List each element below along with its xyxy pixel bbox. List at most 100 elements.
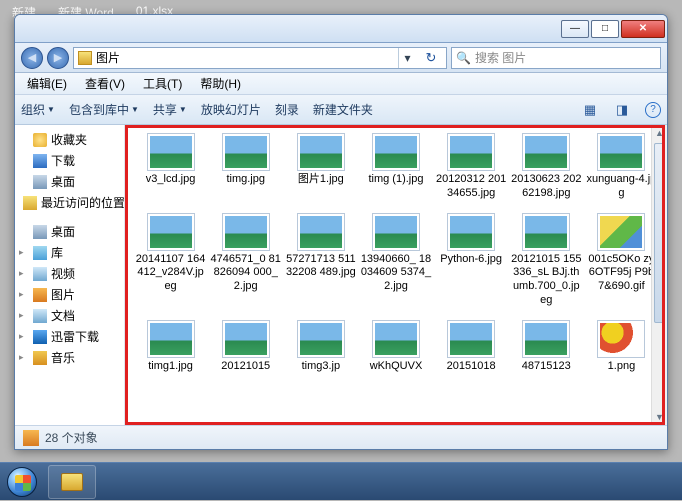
search-icon: 🔍 [456, 51, 471, 65]
sidebar-music[interactable]: ▸音乐 [17, 347, 122, 368]
sidebar-desktop-root[interactable]: 桌面 [17, 221, 122, 242]
title-bar: — □ ✕ [15, 15, 667, 43]
slideshow-button[interactable]: 放映幻灯片 [201, 101, 261, 118]
menu-help[interactable]: 帮助(H) [192, 73, 249, 94]
file-grid: v3_lcd.jpg timg.jpg 图片1.jpg timg (1).jpg 201… [133, 129, 659, 377]
scroll-up-icon[interactable]: ▲ [652, 125, 667, 141]
sidebar-pictures[interactable]: ▸图片 [17, 284, 122, 305]
file-item[interactable]: wKhQUVX [358, 316, 433, 378]
menu-tools[interactable]: 工具(T) [135, 73, 190, 94]
sidebar-recent[interactable]: 最近访问的位置 [17, 192, 122, 213]
file-item[interactable]: 20130623 20262198.jpg [509, 129, 584, 205]
sidebar-thunder[interactable]: ▸迅雷下载 [17, 326, 122, 347]
file-item[interactable]: Python-6.jpg [434, 209, 509, 312]
command-bar: 组织▼ 包含到库中▼ 共享▼ 放映幻灯片 刻录 新建文件夹 ▦ ◨ ? [15, 95, 667, 125]
sidebar-video[interactable]: ▸视频 [17, 263, 122, 284]
file-item[interactable]: timg.jpg [208, 129, 283, 205]
explorer-window: — □ ✕ ◀ ▶ 图片 ▾ ↻ 🔍 搜索 图片 编辑(E) 查看(V) 工具(… [14, 14, 668, 450]
file-thumbnail [522, 213, 570, 251]
star-icon [33, 133, 47, 147]
search-input[interactable]: 🔍 搜索 图片 [451, 47, 661, 69]
file-thumbnail [597, 213, 645, 251]
taskbar [0, 462, 682, 500]
desktop-icon [33, 175, 47, 189]
file-name: 20130623 20262198.jpg [511, 173, 582, 201]
refresh-icon[interactable]: ↻ [420, 48, 442, 68]
file-item[interactable]: xunguang-4.jpg [584, 129, 659, 205]
file-thumbnail [597, 320, 645, 358]
sidebar-libraries[interactable]: ▸库 [17, 242, 122, 263]
file-item[interactable]: timg1.jpg [133, 316, 208, 378]
file-thumbnail [147, 133, 195, 171]
include-in-library-button[interactable]: 包含到库中▼ [69, 101, 139, 118]
scrollbar-vertical[interactable]: ▲ ▼ [651, 125, 667, 425]
pictures-icon [33, 288, 47, 302]
file-item[interactable]: 20151018 [434, 316, 509, 378]
address-bar[interactable]: 图片 ▾ ↻ [73, 47, 447, 69]
sidebar-favorites[interactable]: 收藏夹 [17, 129, 122, 150]
file-thumbnail [147, 213, 195, 251]
burn-button[interactable]: 刻录 [275, 101, 299, 118]
file-item[interactable]: v3_lcd.jpg [133, 129, 208, 205]
file-name: 57271713 51132208 489.jpg [285, 253, 356, 281]
nav-forward-button[interactable]: ▶ [47, 47, 69, 69]
windows-orb-icon [7, 467, 37, 497]
taskbar-item-explorer[interactable] [48, 465, 96, 499]
image-icon [150, 136, 192, 168]
sidebar-downloads[interactable]: 下载 [17, 150, 122, 171]
file-thumbnail [522, 133, 570, 171]
close-button[interactable]: ✕ [621, 20, 665, 38]
file-name: 20141107 164412_v284V.jpeg [135, 253, 206, 294]
new-folder-button[interactable]: 新建文件夹 [313, 101, 373, 118]
chevron-down-icon: ▼ [131, 105, 139, 114]
file-item[interactable]: 4746571_0 81826094 000_2.jpg [208, 209, 283, 312]
file-item[interactable]: 57271713 51132208 489.jpg [283, 209, 358, 312]
organize-button[interactable]: 组织▼ [21, 101, 55, 118]
maximize-button[interactable]: □ [591, 20, 619, 38]
image-icon [525, 323, 567, 355]
file-thumbnail [372, 133, 420, 171]
file-item[interactable]: 20120312 20134655.jpg [434, 129, 509, 205]
sidebar-documents[interactable]: ▸文档 [17, 305, 122, 326]
search-placeholder: 搜索 图片 [475, 49, 526, 66]
share-button[interactable]: 共享▼ [153, 101, 187, 118]
file-name: timg.jpg [226, 173, 265, 187]
help-icon[interactable]: ? [645, 102, 661, 118]
download-icon [33, 154, 47, 168]
file-name: timg3.jp [302, 360, 341, 374]
file-name: 20120312 20134655.jpg [436, 173, 507, 201]
menu-bar: 编辑(E) 查看(V) 工具(T) 帮助(H) [15, 73, 667, 95]
scroll-down-icon[interactable]: ▼ [652, 409, 667, 425]
file-item[interactable]: 20141107 164412_v284V.jpeg [133, 209, 208, 312]
preview-pane-icon[interactable]: ◨ [613, 101, 631, 119]
nav-back-button[interactable]: ◀ [21, 47, 43, 69]
file-item[interactable]: 1.png [584, 316, 659, 378]
file-item[interactable]: 48715123 [509, 316, 584, 378]
file-item[interactable]: timg (1).jpg [358, 129, 433, 205]
file-thumbnail [447, 133, 495, 171]
menu-edit[interactable]: 编辑(E) [19, 73, 75, 94]
file-item[interactable]: 20121015 [208, 316, 283, 378]
file-name: 13940660_ 18034609 5374_2.jpg [360, 253, 431, 294]
file-item[interactable]: 001c5OKo zy6OTF95j P9b7&690.gif [584, 209, 659, 312]
file-name: timg (1).jpg [368, 173, 423, 187]
video-icon [33, 267, 47, 281]
start-button[interactable] [0, 463, 44, 501]
file-item[interactable]: 20121015 155336_sL BJj.thumb.700_0.jpeg [509, 209, 584, 312]
window-body: 收藏夹 下载 桌面 最近访问的位置 桌面 ▸库 ▸视频 ▸图片 ▸文档 ▸迅雷下… [15, 125, 667, 425]
file-thumbnail [522, 320, 570, 358]
image-icon [300, 323, 342, 355]
address-bar-row: ◀ ▶ 图片 ▾ ↻ 🔍 搜索 图片 [15, 43, 667, 73]
minimize-button[interactable]: — [561, 20, 589, 38]
view-mode-icon[interactable]: ▦ [581, 101, 599, 119]
file-item[interactable]: 13940660_ 18034609 5374_2.jpg [358, 209, 433, 312]
file-name: 4746571_0 81826094 000_2.jpg [210, 253, 281, 294]
address-dropdown-icon[interactable]: ▾ [398, 48, 416, 68]
file-item[interactable]: 图片1.jpg [283, 129, 358, 205]
pictures-icon [23, 430, 39, 446]
image-icon [225, 136, 267, 168]
sidebar-desktop[interactable]: 桌面 [17, 171, 122, 192]
scroll-thumb[interactable] [654, 143, 665, 323]
file-item[interactable]: timg3.jp [283, 316, 358, 378]
menu-view[interactable]: 查看(V) [77, 73, 133, 94]
